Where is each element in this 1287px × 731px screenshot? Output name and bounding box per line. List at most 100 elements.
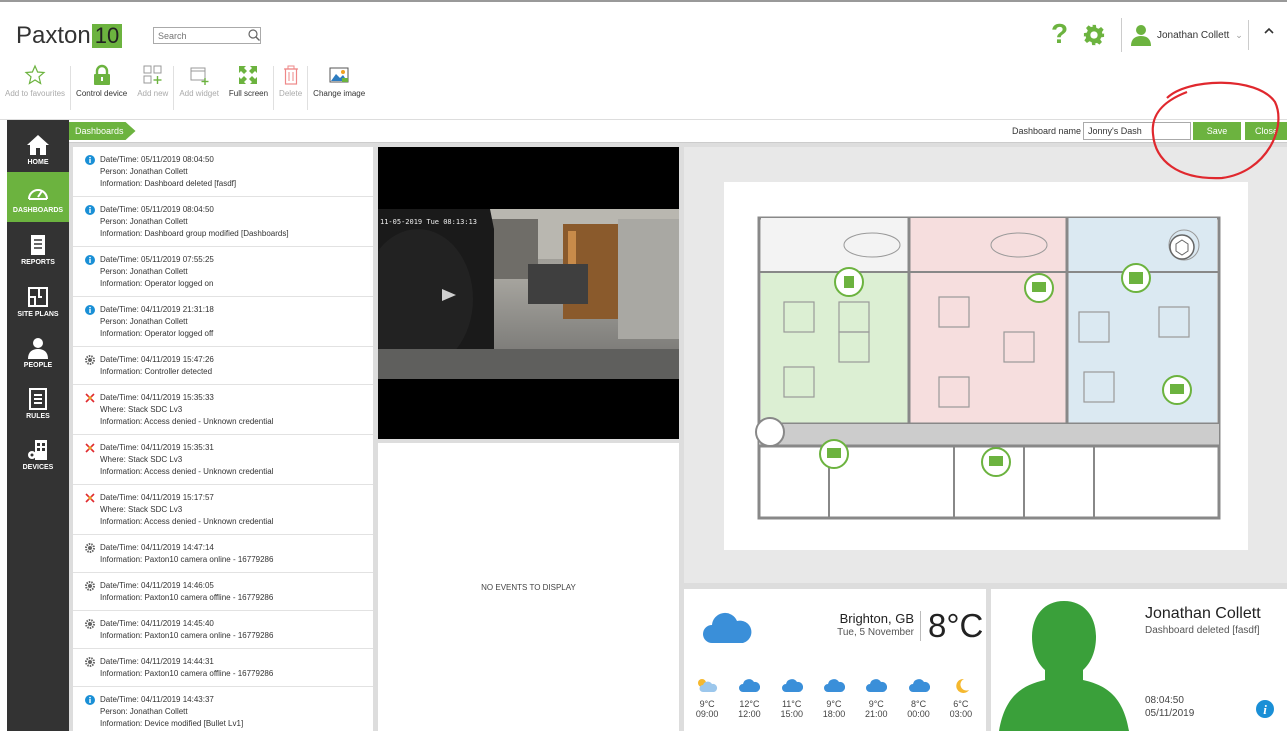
event-line: Date/Time: 04/11/2019 14:44:31 — [100, 657, 214, 666]
event-list-item[interactable]: Date/Time: 04/11/2019 14:44:31 Informatio… — [73, 649, 373, 687]
logo-text: Paxton — [16, 22, 91, 49]
forecast-time: 21:00 — [865, 709, 888, 719]
person-event-info: Dashboard deleted [fasdf] — [1145, 625, 1260, 636]
close-button[interactable]: Close — [1245, 122, 1287, 140]
event-line: Where: Stack SDC Lv3 — [100, 455, 183, 464]
add-new-button[interactable]: Add new — [132, 64, 173, 114]
forecast-time: 15:00 — [780, 709, 803, 719]
gauge-icon — [28, 188, 48, 200]
weather-widget: Brighton, GB Tue, 5 November 8°C 9°C 09:0… — [684, 589, 986, 731]
home-icon — [27, 134, 49, 155]
site-plan-widget[interactable] — [684, 147, 1287, 583]
event-line: Date/Time: 04/11/2019 14:43:37 — [100, 695, 214, 704]
event-line: Information: Paxton10 camera online - 16… — [100, 631, 274, 640]
info-icon[interactable]: i — [1255, 699, 1275, 719]
event-line: Information: Access denied - Unknown cre… — [100, 467, 274, 476]
event-list-item[interactable]: Date/Time: 04/11/2019 21:31:18 Person: Jo… — [73, 297, 373, 347]
forecast-item: 8°C 00:00 — [897, 677, 939, 719]
cloud-icon — [703, 612, 752, 643]
event-list-item[interactable]: Date/Time: 04/11/2019 14:46:05 Informatio… — [73, 573, 373, 611]
forecast-time: 00:00 — [907, 709, 930, 719]
fullscreen-icon — [239, 66, 258, 84]
info-icon — [85, 695, 95, 705]
nav-label: SITE PLANS — [17, 310, 59, 318]
event-line: Information: Dashboard group modified [D… — [100, 229, 289, 238]
cloud-icon — [866, 679, 888, 692]
chevron-up-icon[interactable] — [1262, 24, 1276, 38]
no-events-message: NO EVENTS TO DISPLAY — [481, 583, 576, 592]
add-widget-button[interactable]: Add widget — [174, 64, 224, 114]
nav-label: PEOPLE — [23, 361, 53, 369]
camera-image — [378, 209, 679, 379]
add-to-favourites-button[interactable]: Add to favourites — [0, 64, 70, 114]
nav-item-home[interactable]: HOME — [7, 124, 69, 174]
event-list-item[interactable]: Date/Time: 05/11/2019 08:04:50 Person: Jo… — [73, 197, 373, 247]
event-list[interactable]: Date/Time: 05/11/2019 08:04:50 Person: Jo… — [73, 147, 373, 731]
breadcrumb-bar: Dashboards Dashboard name Save Close — [69, 120, 1287, 143]
event-line: Information: Device modified [Bullet Lv1… — [100, 719, 244, 728]
person-silhouette-icon — [999, 601, 1129, 731]
event-list-item[interactable]: Date/Time: 04/11/2019 15:47:26 Informatio… — [73, 347, 373, 385]
nav-item-rules[interactable]: RULES — [7, 378, 69, 428]
control-device-button[interactable]: Control device — [71, 64, 132, 114]
ribbon-label: Add to favourites — [5, 89, 66, 98]
user-menu[interactable]: Jonathan Collett ⌄ — [1121, 18, 1243, 52]
search-icon[interactable] — [247, 28, 261, 42]
full-screen-button[interactable]: Full screen — [224, 64, 273, 114]
event-line: Person: Jonathan Collett — [100, 317, 188, 326]
ribbon-label: Change image — [313, 89, 366, 98]
cloud-icon — [739, 679, 761, 692]
event-line: Information: Operator logged on — [100, 279, 214, 288]
forecast-item: 6°C 03:00 — [940, 677, 982, 719]
nav-item-devices[interactable]: DEVICES — [7, 429, 69, 479]
save-button[interactable]: Save — [1193, 122, 1241, 140]
forecast-time: 03:00 — [949, 709, 973, 719]
event-list-item[interactable]: Date/Time: 04/11/2019 14:45:40 Informatio… — [73, 611, 373, 649]
cog-icon — [85, 657, 95, 667]
rules-icon — [29, 387, 47, 410]
access-denied-icon — [85, 393, 95, 403]
ribbon-label: Delete — [279, 89, 303, 98]
breadcrumb-dashboards[interactable]: Dashboards — [69, 122, 136, 140]
event-line: Date/Time: 04/11/2019 21:31:18 — [100, 305, 214, 314]
camera-feed[interactable]: 11-05-2019 Tue 08:13:13 — [378, 147, 679, 439]
nav-item-site-plans[interactable]: SITE PLANS — [7, 276, 69, 326]
event-list-item[interactable]: Date/Time: 04/11/2019 15:35:33 Where: Sta… — [73, 385, 373, 435]
event-list-item[interactable]: Date/Time: 05/11/2019 07:55:25 Person: Jo… — [73, 247, 373, 297]
event-line: Date/Time: 04/11/2019 14:47:14 — [100, 543, 214, 552]
forecast-temp: 8°C — [910, 699, 927, 709]
nav-item-people[interactable]: PEOPLE — [7, 327, 69, 377]
help-icon[interactable]: ? — [1051, 18, 1068, 50]
forecast-temp: 6°C — [953, 699, 969, 709]
dashboard-name-label: Dashboard name — [1012, 126, 1082, 136]
forecast-temp: 12°C — [739, 699, 760, 709]
info-icon — [85, 205, 95, 215]
event-line: Information: Operator logged off — [100, 329, 214, 338]
app-root: Paxton10 ? Jonathan Collett ⌄ Add to fav… — [0, 0, 1287, 731]
event-list-item[interactable]: Date/Time: 04/11/2019 15:17:57 Where: Sta… — [73, 485, 373, 535]
paxton-logo[interactable]: Paxton 10 — [16, 22, 123, 50]
cloud-icon — [908, 679, 930, 692]
search-input[interactable] — [153, 27, 261, 44]
event-list-item[interactable]: Date/Time: 05/11/2019 08:04:50 Person: Jo… — [73, 147, 373, 197]
event-list-item[interactable]: Date/Time: 04/11/2019 14:43:37 Person: Jo… — [73, 687, 373, 731]
report-icon — [31, 234, 45, 255]
event-line: Person: Jonathan Collett — [100, 217, 188, 226]
nav-item-dashboards[interactable]: DASHBOARDS — [7, 172, 69, 222]
nav-item-reports[interactable]: REPORTS — [7, 224, 69, 274]
dashboard-name-input[interactable] — [1083, 122, 1191, 140]
sidebar-nav: HOME DASHBOARDS REPORTS SITE PLANS PEOPL… — [7, 120, 69, 731]
gear-icon[interactable] — [1083, 24, 1105, 46]
ribbon-label: Add new — [137, 89, 169, 98]
star-icon — [24, 64, 46, 85]
event-line: Date/Time: 04/11/2019 15:35:33 — [100, 393, 214, 402]
divider — [1248, 20, 1249, 50]
access-denied-icon — [85, 443, 95, 453]
delete-button[interactable]: Delete — [274, 64, 307, 114]
person-name: Jonathan Collett — [1145, 605, 1261, 622]
weather-temperature: 8°C — [928, 607, 984, 644]
event-line: Date/Time: 04/11/2019 14:46:05 — [100, 581, 214, 590]
event-list-item[interactable]: Date/Time: 04/11/2019 15:35:31 Where: Sta… — [73, 435, 373, 485]
change-image-button[interactable]: Change image — [308, 64, 370, 114]
event-list-item[interactable]: Date/Time: 04/11/2019 14:47:14 Informatio… — [73, 535, 373, 573]
